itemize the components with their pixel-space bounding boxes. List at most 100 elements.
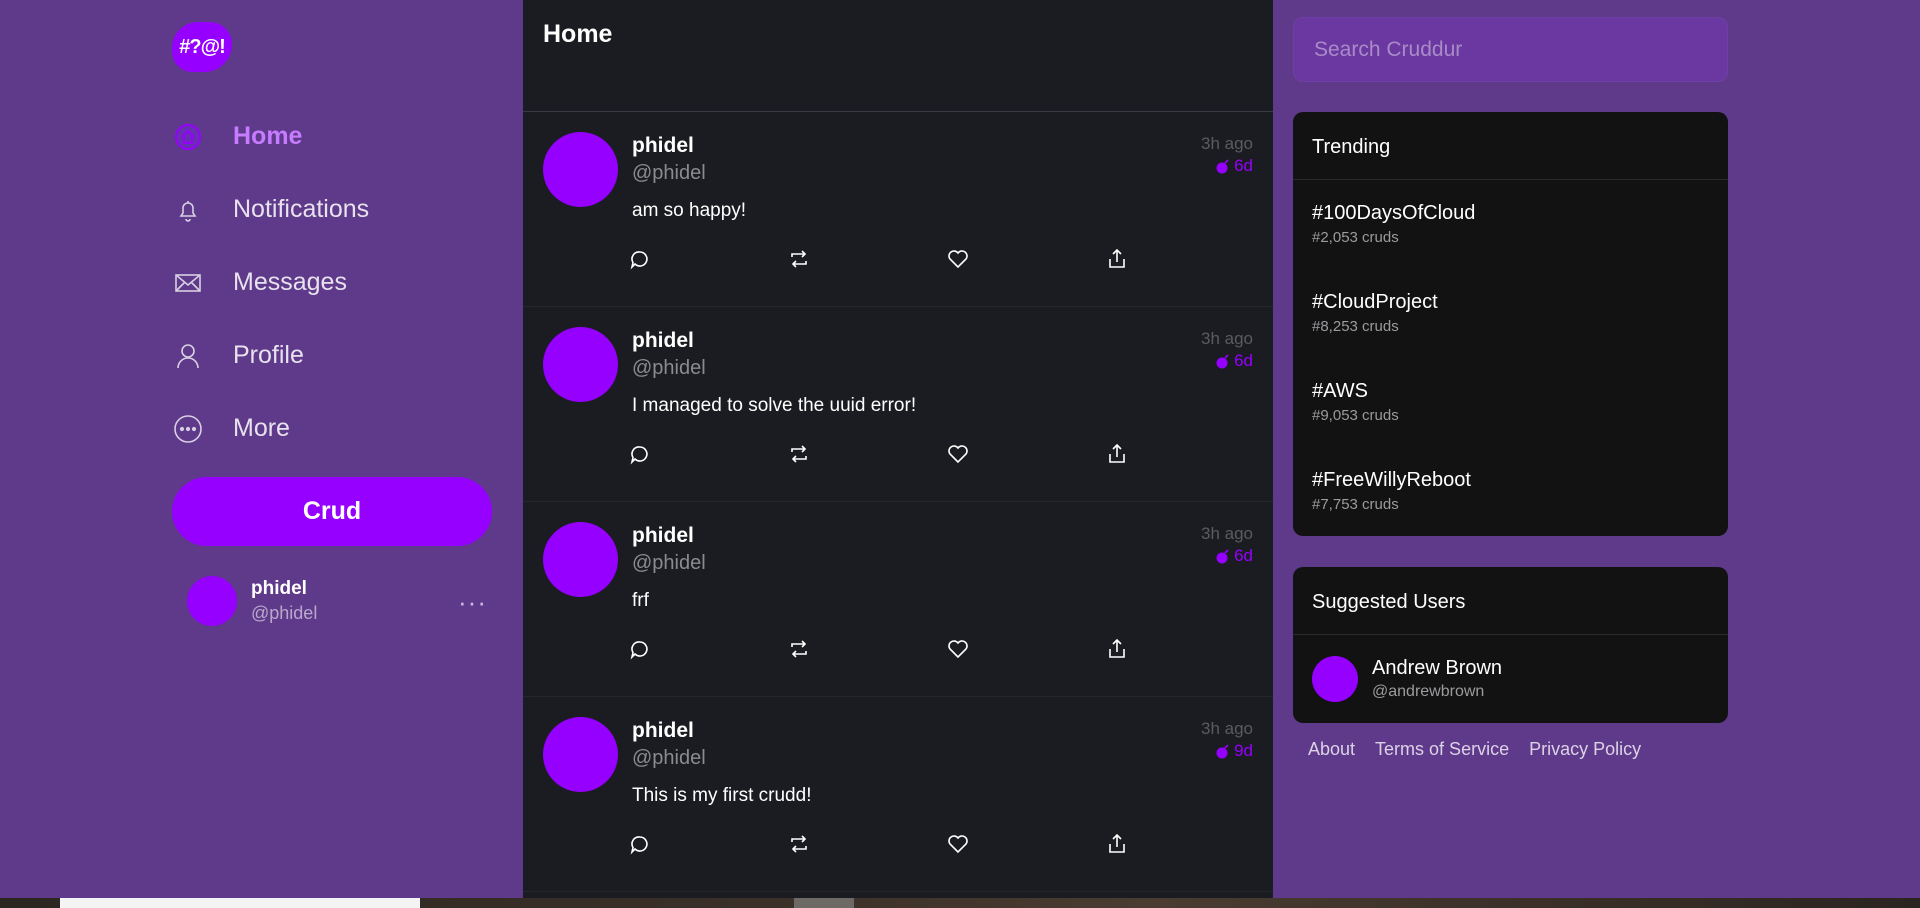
activity-time: 3h ago bbox=[1201, 329, 1253, 348]
activity-expires: 6d bbox=[1215, 351, 1253, 371]
activity-user-name[interactable]: phidel bbox=[632, 329, 694, 353]
search-input[interactable] bbox=[1293, 17, 1728, 82]
activity-expires: 9d bbox=[1215, 741, 1253, 761]
trending-tag: #AWS bbox=[1312, 380, 1368, 402]
activity-item[interactable]: phidel @phidel frf 3h ago 6d bbox=[523, 502, 1273, 697]
repost-icon bbox=[791, 835, 807, 853]
trending-item[interactable]: #FreeWillyReboot #7,753 cruds bbox=[1293, 447, 1728, 536]
suggested-user[interactable]: Andrew Brown @andrewbrown bbox=[1293, 635, 1728, 723]
share-icon bbox=[1109, 443, 1125, 463]
activity-user-name[interactable]: phidel bbox=[632, 719, 694, 743]
share-button[interactable] bbox=[1105, 439, 1264, 469]
activity-user-name[interactable]: phidel bbox=[632, 134, 694, 158]
activity-item[interactable]: phidel @phidel I managed to solve the uu… bbox=[523, 307, 1273, 502]
trending-count: #9,053 cruds bbox=[1312, 407, 1399, 424]
activity-message: This is my first crudd! bbox=[632, 785, 812, 806]
activity-item[interactable]: phidel @phidel This is my first crudd! 3… bbox=[523, 697, 1273, 892]
envelope-icon bbox=[172, 267, 204, 299]
expires-value: 6d bbox=[1234, 351, 1253, 370]
like-button[interactable] bbox=[946, 829, 1105, 859]
share-icon bbox=[1109, 638, 1125, 658]
user-icon bbox=[172, 340, 204, 372]
activity-message: am so happy! bbox=[632, 200, 747, 221]
nav-label-more: More bbox=[233, 414, 290, 442]
avatar[interactable] bbox=[543, 327, 618, 402]
reply-button[interactable] bbox=[628, 439, 787, 469]
like-button[interactable] bbox=[946, 244, 1105, 274]
activity-user-name[interactable]: phidel bbox=[632, 524, 694, 548]
reply-button[interactable] bbox=[628, 244, 787, 274]
like-button[interactable] bbox=[946, 634, 1105, 664]
trending-count: #8,253 cruds bbox=[1312, 318, 1399, 335]
more-options-button[interactable]: ··· bbox=[458, 587, 487, 618]
activity-expires: 6d bbox=[1215, 156, 1253, 176]
repost-button[interactable] bbox=[787, 634, 946, 664]
more-circle-icon bbox=[172, 413, 204, 445]
activity-message: I managed to solve the uuid error! bbox=[632, 395, 917, 416]
avatar[interactable] bbox=[543, 717, 618, 792]
about-link[interactable]: About bbox=[1308, 739, 1355, 760]
terms-link[interactable]: Terms of Service bbox=[1375, 739, 1509, 760]
trending-item[interactable]: #CloudProject #8,253 cruds bbox=[1293, 269, 1728, 358]
like-button[interactable] bbox=[946, 439, 1105, 469]
heart-icon bbox=[948, 640, 968, 659]
share-button[interactable] bbox=[1105, 244, 1264, 274]
logo[interactable]: #?@! bbox=[172, 22, 232, 72]
share-button[interactable] bbox=[1105, 829, 1264, 859]
nav-item-messages[interactable]: Messages bbox=[172, 246, 492, 319]
nav-label-home: Home bbox=[233, 122, 303, 150]
crud-button[interactable]: Crud bbox=[172, 477, 492, 546]
nav-item-profile[interactable]: Profile bbox=[172, 319, 492, 392]
privacy-link[interactable]: Privacy Policy bbox=[1529, 739, 1641, 760]
bell-icon bbox=[172, 194, 204, 226]
activity-expires: 6d bbox=[1215, 546, 1253, 566]
activity-time: 3h ago bbox=[1201, 134, 1253, 153]
share-button[interactable] bbox=[1105, 634, 1264, 664]
page-title: Home bbox=[543, 20, 613, 48]
activity-user-handle: @phidel bbox=[632, 552, 706, 574]
trending-tag: #CloudProject bbox=[1312, 291, 1438, 313]
nav-label-profile: Profile bbox=[233, 341, 304, 369]
activity-actions bbox=[628, 439, 1264, 469]
activity-user-handle: @phidel bbox=[632, 747, 706, 769]
activity-actions bbox=[628, 829, 1264, 859]
activity-message: frf bbox=[632, 590, 649, 611]
sidebar: #?@! Home Notifications Messages Profile bbox=[172, 0, 492, 898]
repost-icon bbox=[791, 640, 807, 658]
home-icon bbox=[172, 121, 204, 153]
nav-label-messages: Messages bbox=[233, 268, 347, 296]
nav-item-home[interactable]: Home bbox=[172, 100, 492, 173]
repost-button[interactable] bbox=[787, 244, 946, 274]
trending-item[interactable]: #100DaysOfCloud #2,053 cruds bbox=[1293, 180, 1728, 269]
bomb-icon bbox=[1216, 549, 1229, 564]
reply-button[interactable] bbox=[628, 829, 787, 859]
feed-header: Home bbox=[523, 0, 1273, 112]
reply-button[interactable] bbox=[628, 634, 787, 664]
repost-icon bbox=[791, 250, 807, 268]
share-icon bbox=[1109, 248, 1125, 268]
activity-actions bbox=[628, 634, 1264, 664]
nav-label-notifications: Notifications bbox=[233, 195, 370, 223]
trending-tag: #100DaysOfCloud bbox=[1312, 202, 1476, 224]
nav-item-more[interactable]: More bbox=[172, 392, 492, 465]
reply-icon bbox=[630, 446, 648, 465]
activity-time: 3h ago bbox=[1201, 719, 1253, 738]
activity-actions bbox=[628, 244, 1264, 274]
trending-panel: Trending #100DaysOfCloud #2,053 cruds #C… bbox=[1293, 112, 1728, 536]
share-icon bbox=[1109, 833, 1125, 853]
avatar[interactable] bbox=[543, 522, 618, 597]
bomb-icon bbox=[1216, 354, 1229, 369]
bomb-icon bbox=[1216, 744, 1229, 759]
suggested-user-info: Andrew Brown @andrewbrown bbox=[1372, 657, 1502, 701]
trending-item[interactable]: #AWS #9,053 cruds bbox=[1293, 358, 1728, 447]
avatar[interactable] bbox=[543, 132, 618, 207]
trending-title: Trending bbox=[1293, 112, 1728, 180]
taskbar-window-thumbnail[interactable] bbox=[60, 898, 420, 908]
repost-button[interactable] bbox=[787, 439, 946, 469]
nav-item-notifications[interactable]: Notifications bbox=[172, 173, 492, 246]
current-user-card[interactable]: phidel @phidel ··· bbox=[187, 575, 487, 627]
activity-item[interactable]: phidel @phidel am so happy! 3h ago 6d bbox=[523, 112, 1273, 307]
repost-button[interactable] bbox=[787, 829, 946, 859]
suggested-users-title: Suggested Users bbox=[1293, 567, 1728, 635]
repost-icon bbox=[791, 445, 807, 463]
